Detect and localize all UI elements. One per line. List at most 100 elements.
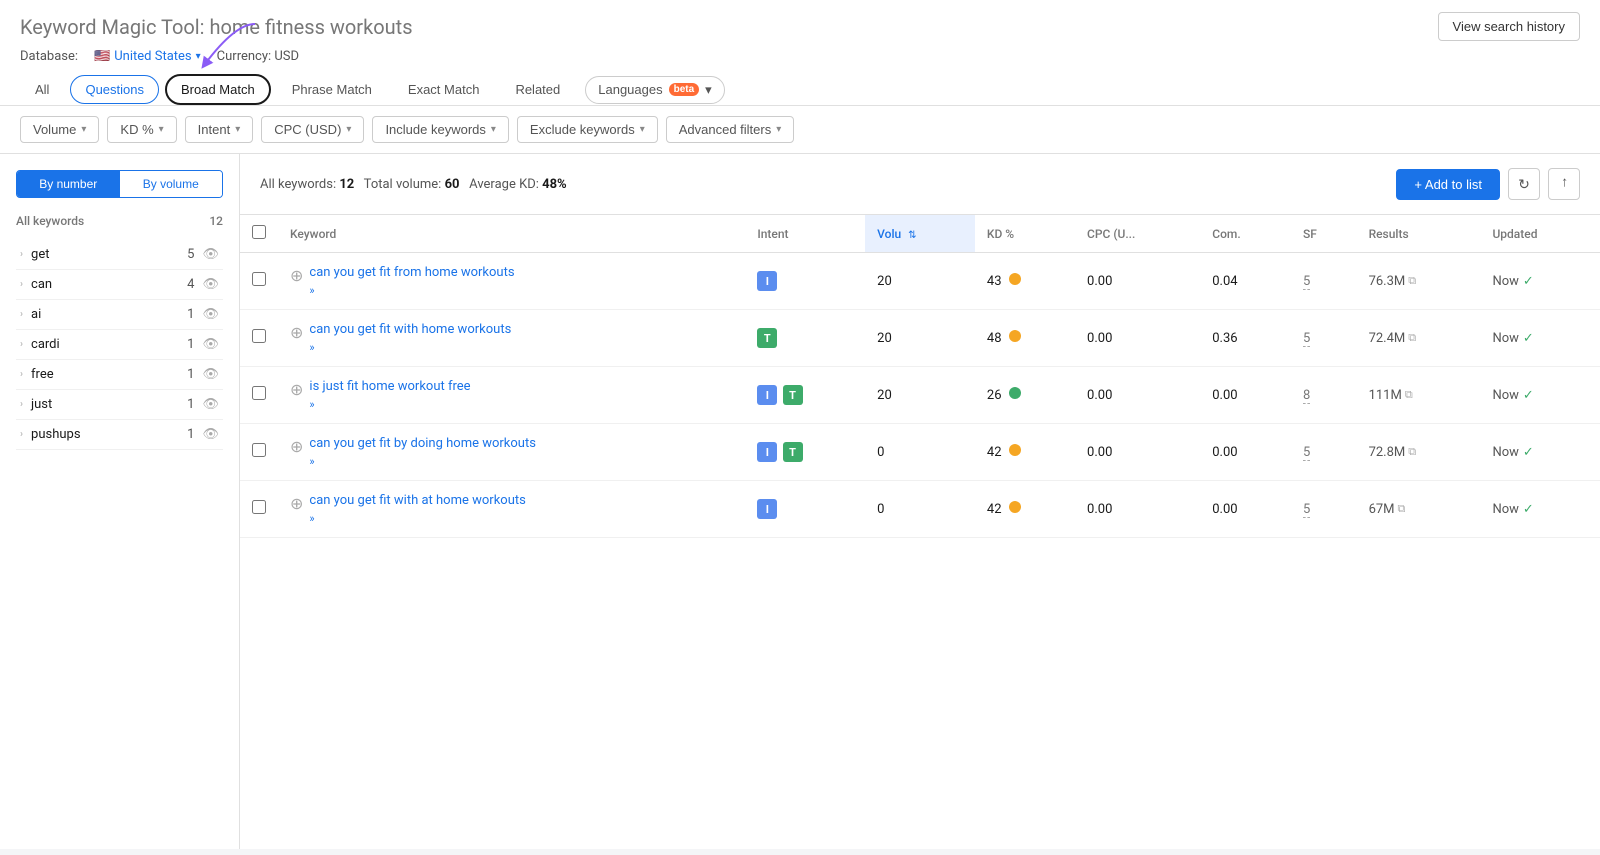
com-4: 0.00	[1200, 424, 1291, 481]
filter-exclude[interactable]: Exclude keywords ▾	[517, 116, 658, 143]
tabs-row: All Questions Broad Match Phrase Match E…	[20, 74, 1580, 105]
vol-1: 20	[865, 253, 975, 310]
tab-phrase-match[interactable]: Phrase Match	[277, 75, 387, 104]
col-intent: Intent	[745, 215, 865, 253]
updated-2: Now ✓	[1480, 310, 1600, 367]
pushups-chevron-icon: ›	[20, 429, 23, 440]
tab-questions[interactable]: Questions	[70, 75, 159, 104]
cardi-eye-icon[interactable]: 👁	[202, 337, 219, 352]
row1-checkbox[interactable]	[252, 272, 266, 286]
updated-5: Now ✓	[1480, 481, 1600, 538]
intent-badge-t: T	[783, 442, 803, 462]
intent-badge-i: I	[757, 271, 777, 291]
sidebar-item-free[interactable]: › free 1 👁	[16, 360, 223, 390]
plus-circle-icon: ⊕	[290, 494, 303, 513]
toggle-by-number[interactable]: By number	[17, 171, 120, 197]
table-row: ⊕ can you get fit with home workouts » T…	[240, 310, 1600, 367]
filter-intent[interactable]: Intent ▾	[185, 116, 254, 143]
keyword-link-3[interactable]: is just fit home workout free »	[309, 379, 470, 411]
sf-4: 5	[1291, 424, 1357, 481]
free-chevron-icon: ›	[20, 369, 23, 380]
sidebar-item-get[interactable]: › get 5 👁	[16, 240, 223, 270]
cpc-1: 0.00	[1075, 253, 1200, 310]
table-area: All keywords: 12 Total volume: 60 Averag…	[240, 154, 1600, 849]
vol-2: 20	[865, 310, 975, 367]
filter-cpc[interactable]: CPC (USD) ▾	[261, 116, 364, 143]
sidebar-item-cardi[interactable]: › cardi 1 👁	[16, 330, 223, 360]
sidebar-item-pushups[interactable]: › pushups 1 👁	[16, 420, 223, 450]
tab-all[interactable]: All	[20, 75, 64, 104]
ai-eye-icon[interactable]: 👁	[202, 307, 219, 322]
row3-checkbox[interactable]	[252, 386, 266, 400]
table-row: ⊕ can you get fit from home workouts » I…	[240, 253, 1600, 310]
free-eye-icon[interactable]: 👁	[202, 367, 219, 382]
filter-kd[interactable]: KD % ▾	[107, 116, 176, 143]
select-all-header	[240, 215, 278, 253]
refresh-button[interactable]: ↻	[1508, 168, 1540, 200]
vol-4: 0	[865, 424, 975, 481]
table-row: ⊕ can you get fit by doing home workouts…	[240, 424, 1600, 481]
row4-checkbox[interactable]	[252, 443, 266, 457]
toggle-by-volume[interactable]: By volume	[120, 171, 223, 197]
plus-circle-icon: ⊕	[290, 323, 303, 342]
results-1: 76.3M ⧉	[1357, 253, 1481, 310]
kd-4: 42	[975, 424, 1075, 481]
sidebar-item-can[interactable]: › can 4 👁	[16, 270, 223, 300]
table-stats: All keywords: 12 Total volume: 60 Averag…	[260, 177, 567, 192]
filters-bar: Volume ▾ KD % ▾ Intent ▾ CPC (USD) ▾ Inc…	[0, 106, 1600, 154]
filter-volume[interactable]: Volume ▾	[20, 116, 99, 143]
vol-3: 20	[865, 367, 975, 424]
kd-3: 26	[975, 367, 1075, 424]
keyword-link-4[interactable]: can you get fit by doing home workouts »	[309, 436, 536, 468]
sidebar-all-keywords-label: All keywords	[16, 214, 84, 228]
keyword-link-1[interactable]: can you get fit from home workouts »	[309, 265, 514, 297]
table-row: ⊕ can you get fit with at home workouts …	[240, 481, 1600, 538]
tab-related[interactable]: Related	[500, 75, 575, 104]
can-chevron-icon: ›	[20, 279, 23, 290]
cpc-2: 0.00	[1075, 310, 1200, 367]
select-all-checkbox[interactable]	[252, 225, 266, 239]
add-to-list-button[interactable]: + Add to list	[1396, 169, 1500, 200]
table-actions: + Add to list ↻ ↓	[1396, 168, 1580, 200]
table-header-bar: All keywords: 12 Total volume: 60 Averag…	[240, 154, 1600, 215]
tab-exact-match[interactable]: Exact Match	[393, 75, 495, 104]
plus-circle-icon: ⊕	[290, 437, 303, 456]
sidebar-item-ai[interactable]: › ai 1 👁	[16, 300, 223, 330]
tab-broad-match[interactable]: Broad Match	[165, 74, 271, 105]
export-button[interactable]: ↓	[1548, 168, 1580, 200]
database-label: Database:	[20, 49, 78, 64]
intent-badge-t: T	[783, 385, 803, 405]
vol-5: 0	[865, 481, 975, 538]
col-com: Com.	[1200, 215, 1291, 253]
results-5: 67M ⧉	[1357, 481, 1481, 538]
keyword-link-5[interactable]: can you get fit with at home workouts »	[309, 493, 525, 525]
database-country-link[interactable]: 🇺🇸 United States ▾	[94, 49, 201, 64]
intent-badge-i: I	[757, 385, 777, 405]
view-history-button[interactable]: View search history	[1438, 12, 1580, 41]
advanced-chevron-icon: ▾	[776, 124, 781, 135]
row2-checkbox[interactable]	[252, 329, 266, 343]
include-chevron-icon: ▾	[491, 124, 496, 135]
tab-languages[interactable]: Languages beta ▾	[585, 76, 724, 104]
keywords-table: Keyword Intent Volu ⇅ KD % CPC (U... Com…	[240, 215, 1600, 538]
refresh-icon: ↻	[1518, 176, 1530, 193]
row5-checkbox[interactable]	[252, 500, 266, 514]
col-keyword: Keyword	[278, 215, 745, 253]
sf-5: 5	[1291, 481, 1357, 538]
plus-circle-icon: ⊕	[290, 380, 303, 399]
kd-5: 42	[975, 481, 1075, 538]
updated-4: Now ✓	[1480, 424, 1600, 481]
filter-include[interactable]: Include keywords ▾	[372, 116, 508, 143]
ai-chevron-icon: ›	[20, 309, 23, 320]
intent-label: Intent	[198, 122, 231, 137]
sidebar-item-just[interactable]: › just 1 👁	[16, 390, 223, 420]
com-1: 0.04	[1200, 253, 1291, 310]
just-eye-icon[interactable]: 👁	[202, 397, 219, 412]
get-eye-icon[interactable]: 👁	[202, 247, 219, 262]
col-volume[interactable]: Volu ⇅	[865, 215, 975, 253]
sf-1: 5	[1291, 253, 1357, 310]
filter-advanced[interactable]: Advanced filters ▾	[666, 116, 795, 143]
pushups-eye-icon[interactable]: 👁	[202, 427, 219, 442]
keyword-link-2[interactable]: can you get fit with home workouts »	[309, 322, 511, 354]
can-eye-icon[interactable]: 👁	[202, 277, 219, 292]
